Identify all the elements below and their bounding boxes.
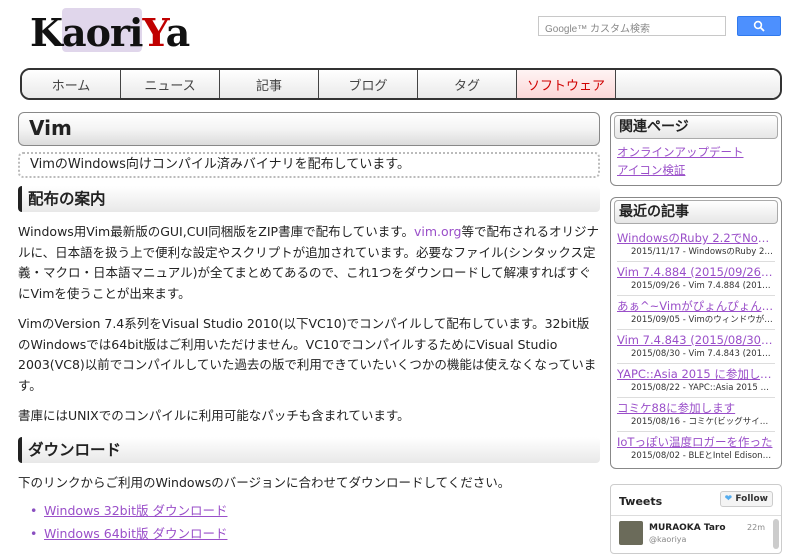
related-pages-box: 関連ページ オンラインアップデート アイコン検証: [610, 112, 782, 186]
page-summary: VimのWindows向けコンパイル済みバイナリを配布しています。: [18, 152, 600, 178]
recent-post-link[interactable]: WindowsのRuby 2.2でNokogi...: [617, 230, 775, 246]
search-button[interactable]: [737, 16, 781, 36]
tweets-widget: Tweets ❤ Follow MURAOKA Taro @kaoriya 22…: [610, 484, 782, 554]
recent-post-link[interactable]: IoTっぽい温度ロガーを作った: [617, 434, 775, 450]
nav-item-software[interactable]: ソフトウェア: [517, 70, 616, 98]
tweets-heading: Tweets: [619, 495, 663, 508]
nav-filler: [616, 70, 780, 98]
list-item: WindowsのRuby 2.2でNokogi... 2015/11/17 - W…: [617, 228, 775, 262]
list-item: あぁ^~Vimがぴょんぴょんす... 2015/09/05 - Vimのウィンドウ…: [617, 296, 775, 330]
tweet-author-name[interactable]: MURAOKA Taro: [649, 523, 726, 533]
list-item: コミケ88に参加します 2015/08/16 - コミケ(ビッグサイト...: [617, 398, 775, 432]
paragraph-patches: 書庫にはUNIXでのコンパイルに利用可能なパッチも含まれています。: [18, 408, 410, 423]
nav-item-home[interactable]: ホーム: [22, 70, 121, 98]
search-input[interactable]: Google™ カスタム検索: [538, 16, 726, 36]
recent-post-link[interactable]: あぁ^~Vimがぴょんぴょんす...: [617, 298, 775, 314]
download-32bit-link[interactable]: Windows 32bit版 ダウンロード: [44, 503, 227, 518]
list-item: Windows 64bit版 ダウンロード: [30, 522, 600, 545]
list-item: YAPC::Asia 2015 に参加して... 2015/08/22 - YAP…: [617, 364, 775, 398]
recent-post-meta: 2015/09/05 - Vimのウィンドウが情...: [631, 315, 775, 325]
recent-post-meta: 2015/08/30 - Vim 7.4.843 (2015/08/...: [631, 349, 775, 359]
paragraph-download: 下のリンクからご利用のWindowsのバージョンに合わせてダウンロードしてくださ…: [18, 474, 511, 490]
paragraph-version: VimのVersion 7.4系列をVisual Studio 2010(以下V…: [18, 316, 597, 393]
section-heading-download: ダウンロード: [18, 436, 600, 463]
recent-post-meta: 2015/11/17 - WindowsのRuby 2.2...: [631, 247, 775, 257]
logo-text: KaoriYa: [30, 10, 190, 55]
section-heading-distribution: 配布の案内: [18, 186, 600, 212]
recent-post-meta: 2015/08/22 - YAPC::Asia 2015 に...: [631, 383, 775, 393]
paragraph-intro: Windows用Vim最新版のGUI,CUI同梱版をZIP書庫で配布しています。…: [18, 224, 599, 301]
search-icon: [753, 20, 765, 32]
site-logo[interactable]: KaoriYa: [22, 6, 222, 56]
recent-post-link[interactable]: YAPC::Asia 2015 に参加して...: [617, 366, 775, 382]
nav-item-news[interactable]: ニュース: [121, 70, 220, 98]
recent-posts-box: 最近の記事 WindowsのRuby 2.2でNokogi... 2015/11/…: [610, 197, 782, 469]
main-nav: ホーム ニュース 記事 ブログ タグ ソフトウェア: [20, 68, 782, 100]
scrollbar[interactable]: [773, 519, 779, 549]
nav-item-articles[interactable]: 記事: [220, 70, 319, 98]
page-title: Vim: [18, 112, 600, 146]
related-link-icon-test[interactable]: アイコン検証: [617, 161, 775, 179]
related-pages-heading: 関連ページ: [614, 115, 778, 139]
divider: [611, 515, 781, 516]
vim-org-link[interactable]: vim.org: [414, 224, 462, 239]
recent-post-link[interactable]: コミケ88に参加します: [617, 400, 775, 416]
tweet-time[interactable]: 22m: [747, 523, 765, 532]
recent-post-meta: 2015/08/02 - BLEとIntel EdisonとB...: [631, 451, 775, 461]
list-item: Vim 7.4.884 (2015/09/26版) ... 2015/09/26 …: [617, 262, 775, 296]
bird-icon: ❤: [724, 494, 733, 504]
recent-post-link[interactable]: Vim 7.4.843 (2015/08/30版) ...: [617, 332, 775, 348]
follow-button[interactable]: ❤ Follow: [719, 491, 773, 507]
main-content: Vim VimのWindows向けコンパイル済みバイナリを配布しています。 配布…: [18, 112, 600, 545]
recent-post-link[interactable]: Vim 7.4.884 (2015/09/26版) ...: [617, 264, 775, 280]
download-list: Windows 32bit版 ダウンロード Windows 64bit版 ダウン…: [30, 499, 600, 545]
list-item: Windows 32bit版 ダウンロード: [30, 499, 600, 522]
nav-item-tags[interactable]: タグ: [418, 70, 517, 98]
list-item: Vim 7.4.843 (2015/08/30版) ... 2015/08/30 …: [617, 330, 775, 364]
download-64bit-link[interactable]: Windows 64bit版 ダウンロード: [44, 526, 227, 541]
recent-posts-heading: 最近の記事: [614, 200, 778, 224]
recent-post-meta: 2015/09/26 - Vim 7.4.884 (2015/09...: [631, 281, 775, 291]
list-item: IoTっぽい温度ロガーを作った 2015/08/02 - BLEとIntel Ed…: [617, 432, 775, 465]
avatar[interactable]: [619, 521, 643, 545]
nav-item-blog[interactable]: ブログ: [319, 70, 418, 98]
related-link-online-update[interactable]: オンラインアップデート: [617, 143, 775, 161]
recent-post-meta: 2015/08/16 - コミケ(ビッグサイト...: [631, 417, 775, 427]
